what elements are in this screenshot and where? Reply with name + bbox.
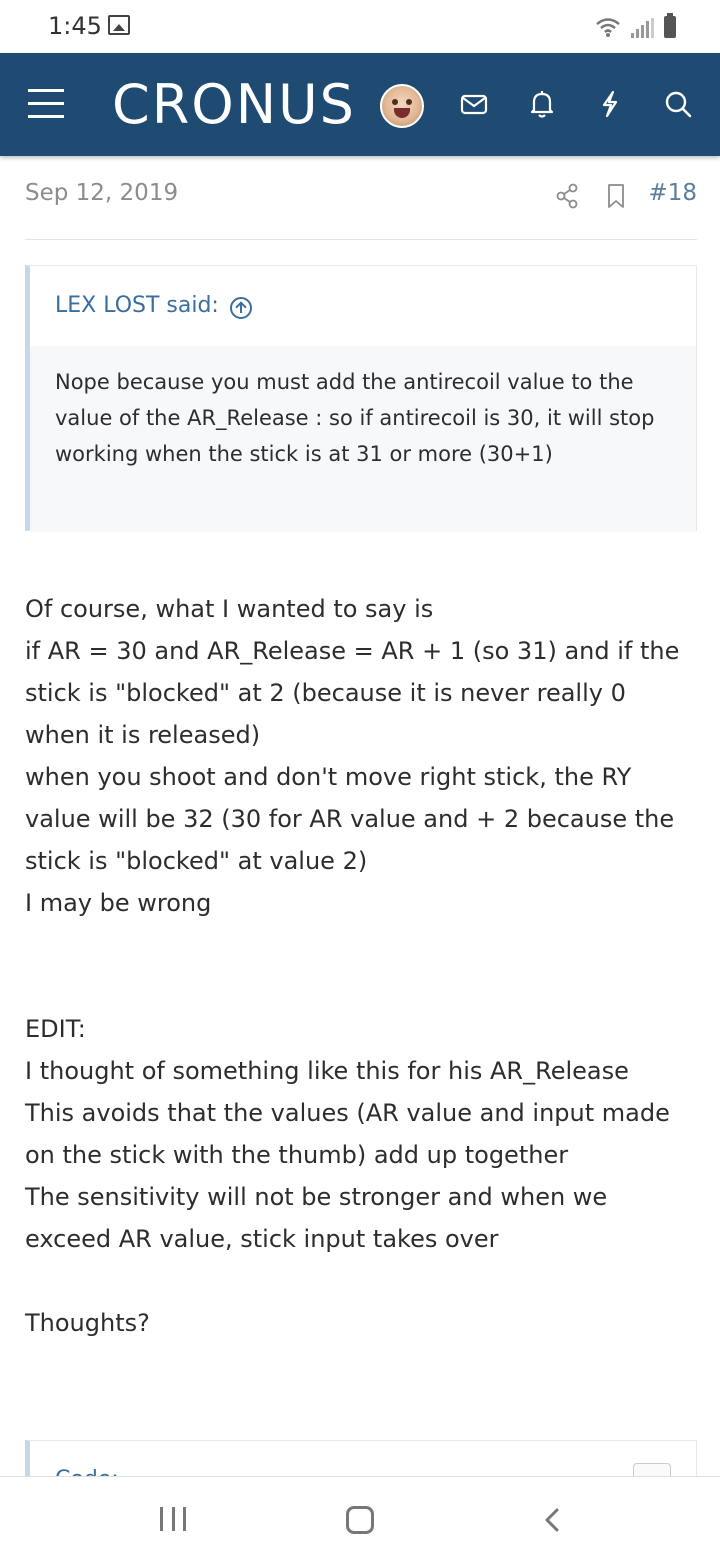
bell-icon[interactable] <box>524 86 560 122</box>
system-nav-bar <box>0 1476 720 1561</box>
quote-author[interactable]: LEX LOST said: <box>55 293 219 318</box>
app-header: CRONUS <box>0 53 720 156</box>
back-button[interactable] <box>540 1507 564 1533</box>
mail-icon[interactable] <box>456 86 492 122</box>
image-notification-icon <box>108 15 130 35</box>
post-number[interactable]: #18 <box>648 180 697 206</box>
quote-body: Nope because you must add the antirecoil… <box>30 346 696 532</box>
post-paragraph: Thoughts? <box>25 1309 150 1337</box>
quote-block: LEX LOST said: Nope because you must add… <box>25 265 697 532</box>
site-logo[interactable]: CRONUS <box>112 73 356 136</box>
recent-apps-button[interactable] <box>160 1507 186 1531</box>
home-button[interactable] <box>346 1506 374 1534</box>
post-header: Sep 12, 2019 #18 <box>25 180 697 220</box>
avatar[interactable] <box>380 84 424 128</box>
post-body: Of course, what I wanted to say is if AR… <box>25 588 697 1344</box>
status-bar: 1:45 <box>0 0 720 53</box>
status-time: 1:45 <box>48 12 102 40</box>
arrow-up-circle-icon[interactable] <box>230 297 252 319</box>
bolt-icon[interactable] <box>592 86 628 122</box>
post-paragraph: EDIT: I thought of something like this f… <box>25 1015 670 1253</box>
status-icons <box>595 13 676 38</box>
battery-icon <box>664 13 676 38</box>
share-icon[interactable] <box>555 182 579 210</box>
post-paragraph: Of course, what I wanted to say is if AR… <box>25 595 680 917</box>
code-block: Code: <box>25 1440 697 1492</box>
bookmark-icon[interactable] <box>605 182 627 210</box>
divider <box>25 239 697 240</box>
quote-header: LEX LOST said: <box>30 266 696 346</box>
menu-icon[interactable] <box>28 89 64 119</box>
post-date[interactable]: Sep 12, 2019 <box>25 180 178 206</box>
search-icon[interactable] <box>660 86 696 122</box>
signal-icon <box>631 18 654 38</box>
wifi-icon <box>596 18 620 37</box>
quote-text: Nope because you must add the antirecoil… <box>55 370 655 466</box>
